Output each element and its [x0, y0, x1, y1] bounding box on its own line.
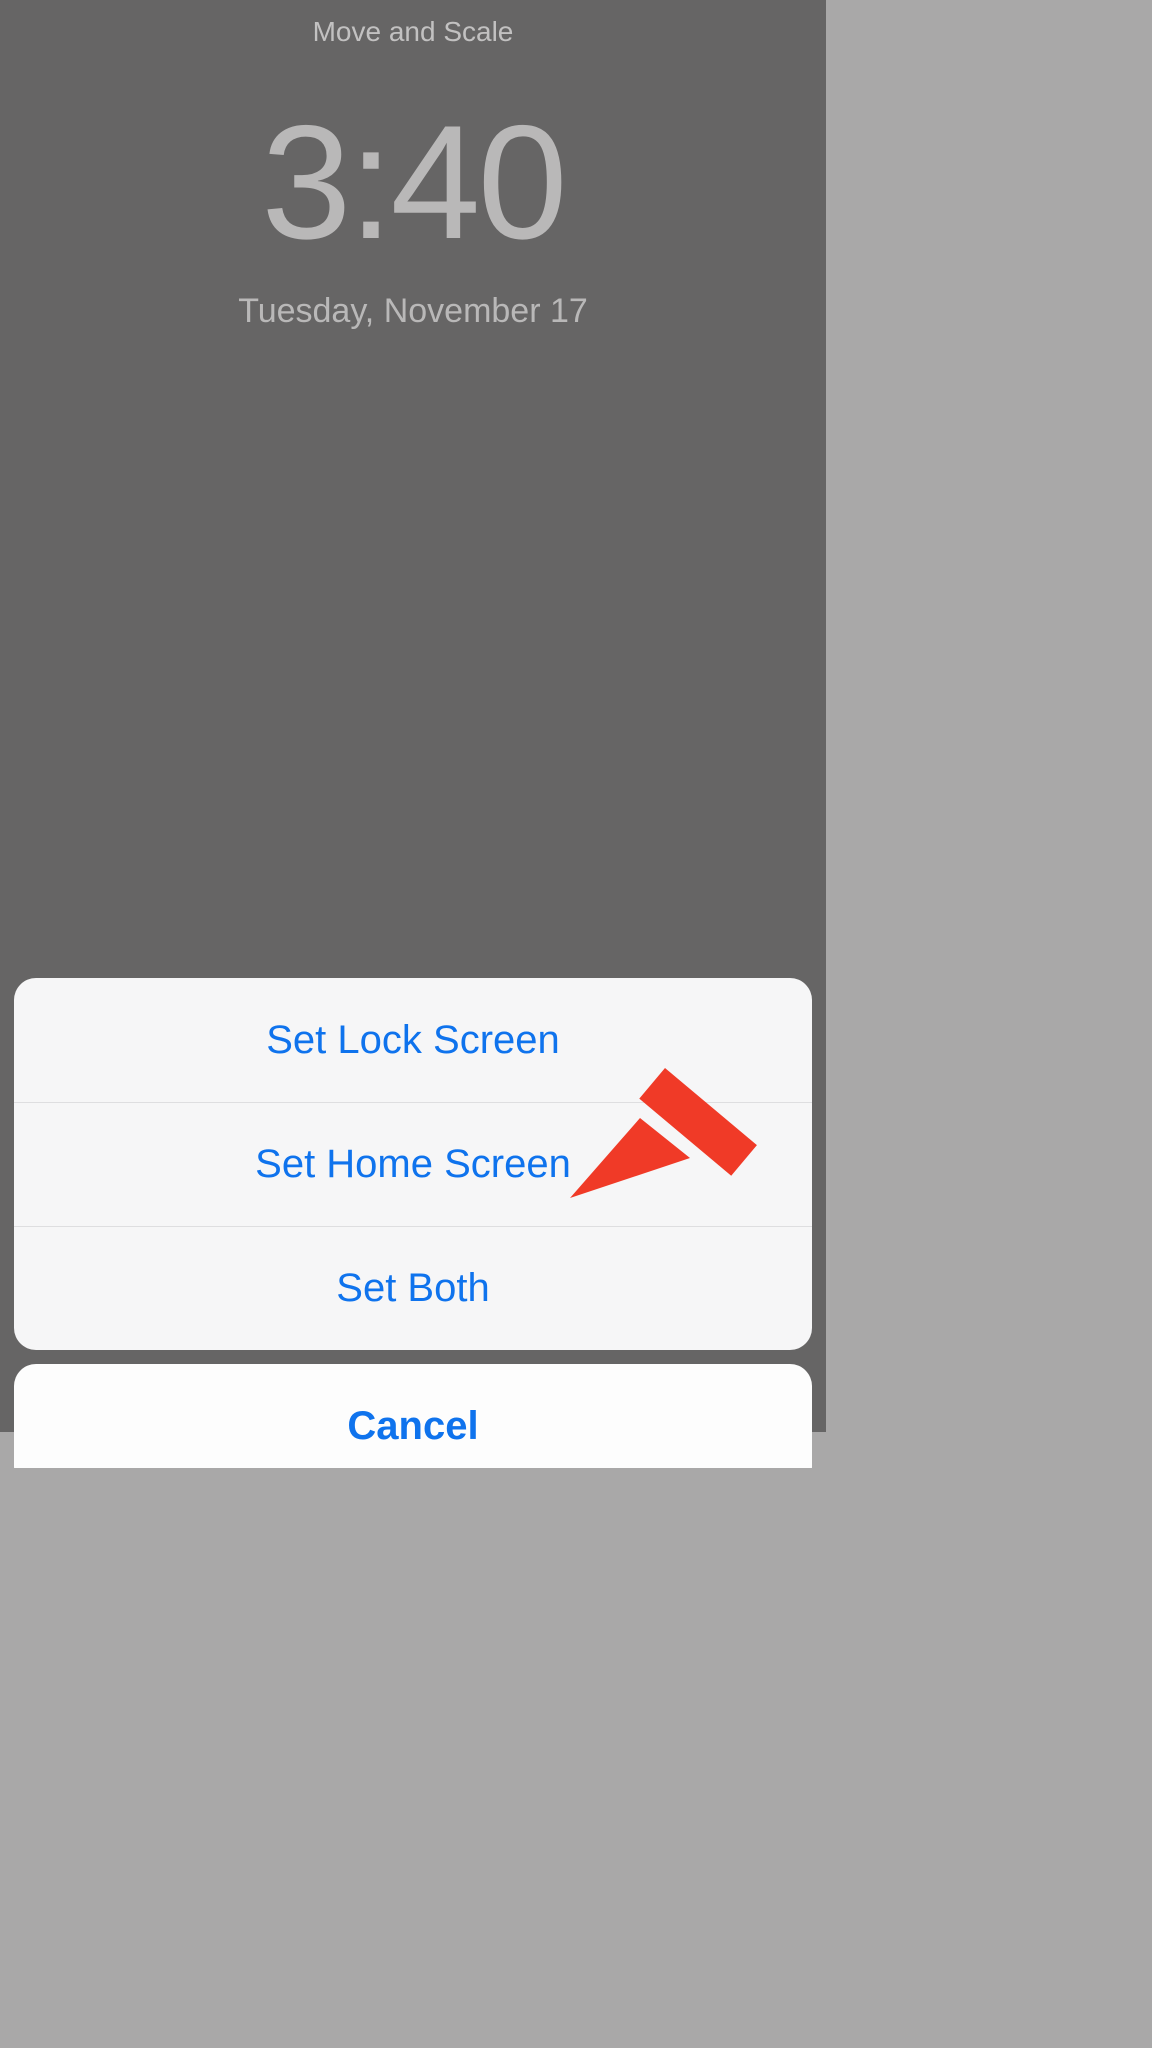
action-sheet-options: Set Lock Screen Set Home Screen Set Both: [14, 978, 812, 1350]
action-sheet: Set Lock Screen Set Home Screen Set Both…: [14, 978, 812, 1468]
lockscreen-time: 3:40: [0, 102, 826, 264]
set-home-screen-button[interactable]: Set Home Screen: [14, 1102, 812, 1226]
cancel-button[interactable]: Cancel: [14, 1364, 812, 1468]
lockscreen-date: Tuesday, November 17: [0, 292, 826, 331]
set-lock-screen-button[interactable]: Set Lock Screen: [14, 978, 812, 1102]
action-sheet-cancel-group: Cancel: [14, 1364, 812, 1468]
page-title: Move and Scale: [0, 16, 826, 48]
set-both-button[interactable]: Set Both: [14, 1226, 812, 1350]
